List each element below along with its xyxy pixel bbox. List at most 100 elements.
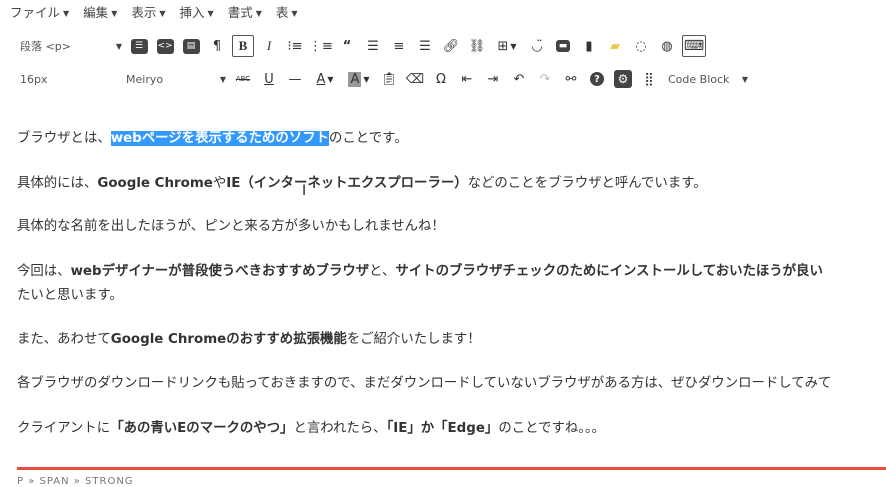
keyboard-button[interactable]: ⌨ bbox=[682, 35, 706, 57]
table-icon: ⊞ bbox=[497, 38, 509, 54]
paragraph-7: クライアントに「あの青いEのマークのやつ」と言われたら、「IE」か「Edge」の… bbox=[17, 421, 606, 436]
chevron-down-icon: ▼ bbox=[741, 74, 748, 84]
note-icon: ▰ bbox=[610, 38, 620, 54]
menubar: ファイル ▼ 編集 ▼ 表示 ▼ 挿入 ▼ 書式 ▼ 表 ▼ bbox=[10, 4, 312, 24]
highlight-color-icon: A bbox=[348, 71, 362, 87]
dash-button[interactable]: — bbox=[282, 67, 308, 91]
italic-button[interactable]: I bbox=[256, 34, 282, 58]
paste-button[interactable]: 📋︎ bbox=[376, 67, 402, 91]
menu-view[interactable]: 表示 ▼ bbox=[131, 4, 165, 24]
bullet-list-button[interactable]: ⁝≡ bbox=[282, 34, 308, 58]
background-color-button[interactable]: A ▼ bbox=[342, 67, 376, 91]
chevron-down-icon: ▼ bbox=[115, 41, 122, 51]
pilcrow-icon: ¶ bbox=[212, 38, 222, 54]
font-family-select[interactable]: Meiryo ▼ bbox=[126, 73, 230, 86]
font-size-select[interactable]: 16px▼ bbox=[10, 73, 126, 86]
special-char-button[interactable]: Ω bbox=[428, 67, 454, 91]
code-block-select[interactable]: Code Block ▼ bbox=[662, 73, 752, 86]
settings-button[interactable]: ⚙ bbox=[610, 67, 636, 91]
quote-icon: “ bbox=[342, 38, 352, 54]
link-icon: 🔗︎ bbox=[442, 38, 460, 54]
menu-format[interactable]: 書式 ▼ bbox=[228, 4, 262, 24]
template-button[interactable]: ▤ bbox=[178, 34, 204, 58]
chevron-down-icon: ▼ bbox=[363, 74, 370, 84]
help-button[interactable]: ? bbox=[584, 67, 610, 91]
paragraph-6: 各ブラウザのダウンロードリンクも貼っておきますので、まだダウンロードしていないブ… bbox=[17, 376, 832, 391]
show-blocks-button[interactable]: ¶ bbox=[204, 34, 230, 58]
numbered-list-button[interactable]: ⋮≡ bbox=[308, 34, 334, 58]
paragraph-3: 具体的な名前を出したほうが、ピンと来る方が多いかもしれませんね！ bbox=[17, 219, 445, 234]
gear-icon: ⚙ bbox=[614, 70, 632, 88]
undo-icon: ↶ bbox=[513, 71, 525, 87]
find-replace-button[interactable]: ⚯ bbox=[558, 67, 584, 91]
menu-insert[interactable]: 挿入 ▼ bbox=[180, 4, 214, 24]
text-cursor-icon: I bbox=[302, 183, 307, 199]
paragraph-4: 今回は、webデザイナーが普段使うべきおすすめブラウザと、サイトのブラウザチェッ… bbox=[17, 264, 823, 279]
keyboard-icon: ⌨ bbox=[683, 38, 705, 54]
chevron-down-icon: ▼ bbox=[207, 9, 214, 18]
menu-table[interactable]: 表 ▼ bbox=[276, 4, 298, 24]
bold-icon: B bbox=[238, 38, 248, 53]
paragraph-5: また、あわせてGoogle Chromeのおすすめ拡張機能をご紹介いたします！ bbox=[17, 332, 481, 347]
toolbar-row-2: 16px▼ Meiryo▼ ABC U — A▼ A▼ 📋︎ ⌫ Ω ⇤ ⇥ ↶… bbox=[10, 66, 752, 92]
chevron-down-icon: ▼ bbox=[510, 41, 517, 51]
redo-icon: ↷ bbox=[539, 71, 551, 87]
indent-icon: ⇥ bbox=[487, 71, 499, 87]
undo-button[interactable]: ↶ bbox=[506, 67, 532, 91]
strikethrough-button[interactable]: ABC bbox=[230, 67, 256, 91]
strikethrough-icon: ABC bbox=[235, 75, 251, 83]
clipboard-icon: 📋︎ bbox=[380, 71, 398, 87]
underline-icon: U bbox=[264, 71, 274, 87]
outdent-icon: ⇤ bbox=[461, 71, 473, 87]
menu-file[interactable]: ファイル ▼ bbox=[10, 4, 69, 24]
source-code-button[interactable]: <> bbox=[152, 34, 178, 58]
editor-bottom-border bbox=[17, 467, 886, 470]
paragraph-2: 具体的には、Google ChromeやIE（インターネットエクスプローラー）な… bbox=[17, 176, 707, 191]
grid-icon: ⣿ bbox=[644, 71, 654, 87]
element-path: P » SPAN » STRONG bbox=[17, 476, 134, 487]
chat-bubble-icon: ◍ bbox=[661, 38, 673, 54]
bold-button[interactable]: B bbox=[232, 35, 254, 57]
blockquote-button[interactable]: “ bbox=[334, 34, 360, 58]
menu-edit[interactable]: 編集 ▼ bbox=[83, 4, 117, 24]
chevron-down-icon: ▼ bbox=[111, 9, 118, 18]
unlink-button[interactable]: ⛓ bbox=[464, 34, 490, 58]
document-icon: ▮ bbox=[585, 38, 593, 54]
comment-button[interactable]: ◌ bbox=[628, 34, 654, 58]
note-button[interactable]: ▰ bbox=[602, 34, 628, 58]
paragraph-block-button[interactable]: ☰ bbox=[126, 34, 152, 58]
align-left-button[interactable]: ☰ bbox=[360, 34, 386, 58]
align-left-icon: ☰ bbox=[367, 38, 379, 54]
align-center-button[interactable]: ≡ bbox=[386, 34, 412, 58]
paragraph-1: ブラウザとは、webページを表示するためのソフトのことです。 bbox=[17, 131, 408, 146]
template-icon: ▤ bbox=[182, 38, 200, 54]
table-button[interactable]: ⊞ ▼ bbox=[490, 34, 524, 58]
toolbar-row-1: 段落 <p> ▼ ☰ <> ▤ ¶ B I ⁝≡ ⋮≡ “ ☰ ≡ ☰ 🔗︎ ⛓ … bbox=[10, 33, 708, 59]
italic-icon: I bbox=[266, 38, 272, 53]
bullet-list-icon: ⁝≡ bbox=[287, 38, 303, 54]
comment-alt-button[interactable]: ◍ bbox=[654, 34, 680, 58]
link-button[interactable]: 🔗︎ bbox=[438, 34, 464, 58]
emoticon-button[interactable]: ◡̈ bbox=[524, 34, 550, 58]
align-right-icon: ☰ bbox=[419, 38, 431, 54]
redo-button[interactable]: ↷ bbox=[532, 67, 558, 91]
horizontal-rule-button[interactable]: ▬ bbox=[550, 34, 576, 58]
text-color-button[interactable]: A ▼ bbox=[308, 67, 342, 91]
chevron-down-icon: ▼ bbox=[219, 74, 226, 84]
indent-button[interactable]: ⇥ bbox=[480, 67, 506, 91]
omega-icon: Ω bbox=[436, 71, 446, 87]
format-select[interactable]: 段落 <p> ▼ bbox=[10, 38, 126, 54]
numbered-list-icon: ⋮≡ bbox=[309, 38, 333, 54]
chevron-down-icon: ▼ bbox=[159, 9, 166, 18]
dash-icon: — bbox=[288, 71, 302, 87]
hr-icon: ▬ bbox=[556, 40, 570, 52]
smiley-icon: ◡̈ bbox=[531, 38, 543, 54]
align-right-button[interactable]: ☰ bbox=[412, 34, 438, 58]
speech-bubble-icon: ◌ bbox=[635, 38, 647, 54]
underline-button[interactable]: U bbox=[256, 67, 282, 91]
visual-blocks-button[interactable]: ⣿ bbox=[636, 67, 662, 91]
selected-text: webページを表示するためのソフト bbox=[110, 131, 329, 146]
paste-text-button[interactable]: ▮ bbox=[576, 34, 602, 58]
clear-format-button[interactable]: ⌫ bbox=[402, 67, 428, 91]
outdent-button[interactable]: ⇤ bbox=[454, 67, 480, 91]
